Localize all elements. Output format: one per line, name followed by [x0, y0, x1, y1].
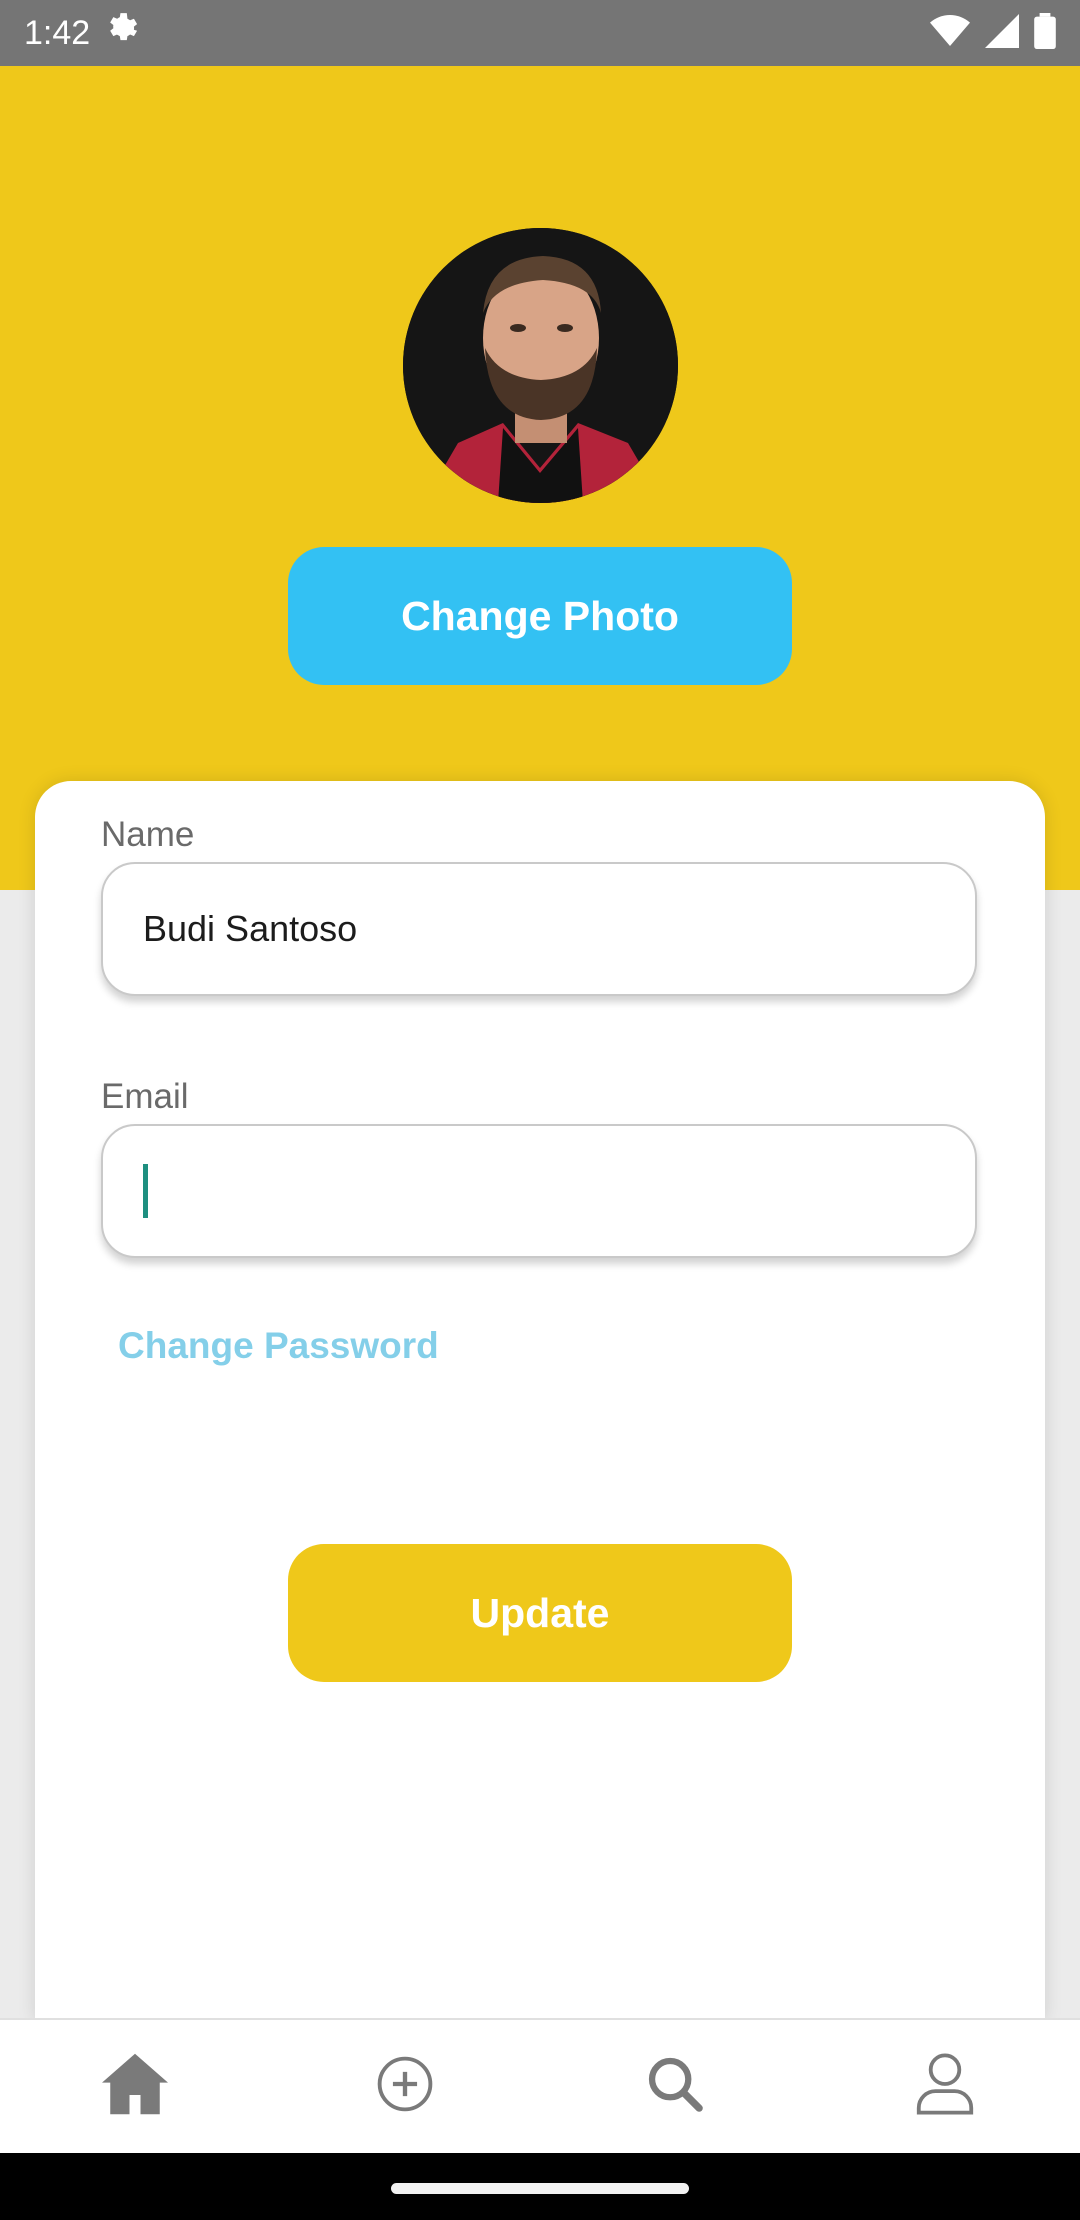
update-button[interactable]: Update	[288, 1544, 792, 1682]
add-circle-icon	[376, 2055, 434, 2118]
settings-gear-icon	[104, 10, 142, 57]
edit-profile-screen: 1:42 Change Photo Name Budi Santoso Emai…	[0, 0, 1080, 2220]
name-label: Name	[101, 815, 195, 854]
name-field-value: Budi Santoso	[143, 908, 358, 949]
home-gesture-handle[interactable]	[391, 2183, 689, 2194]
email-field[interactable]	[101, 1124, 977, 1258]
nav-add[interactable]	[345, 2037, 465, 2137]
profile-icon	[916, 2053, 974, 2120]
wifi-icon	[930, 14, 970, 53]
email-label: Email	[101, 1077, 189, 1116]
status-bar: 1:42	[0, 0, 1080, 66]
change-password-link[interactable]: Change Password	[118, 1325, 439, 1367]
name-field[interactable]: Budi Santoso	[101, 862, 977, 996]
signal-icon	[984, 13, 1020, 53]
home-icon	[102, 2053, 168, 2120]
change-photo-button[interactable]: Change Photo	[288, 547, 792, 685]
nav-search[interactable]	[615, 2037, 735, 2137]
battery-icon	[1034, 12, 1056, 54]
search-icon	[646, 2055, 704, 2118]
text-cursor	[143, 1164, 148, 1218]
bottom-navigation	[0, 2018, 1080, 2153]
avatar[interactable]	[403, 228, 678, 503]
nav-profile[interactable]	[885, 2037, 1005, 2137]
status-time: 1:42	[24, 13, 91, 52]
nav-home[interactable]	[75, 2037, 195, 2137]
